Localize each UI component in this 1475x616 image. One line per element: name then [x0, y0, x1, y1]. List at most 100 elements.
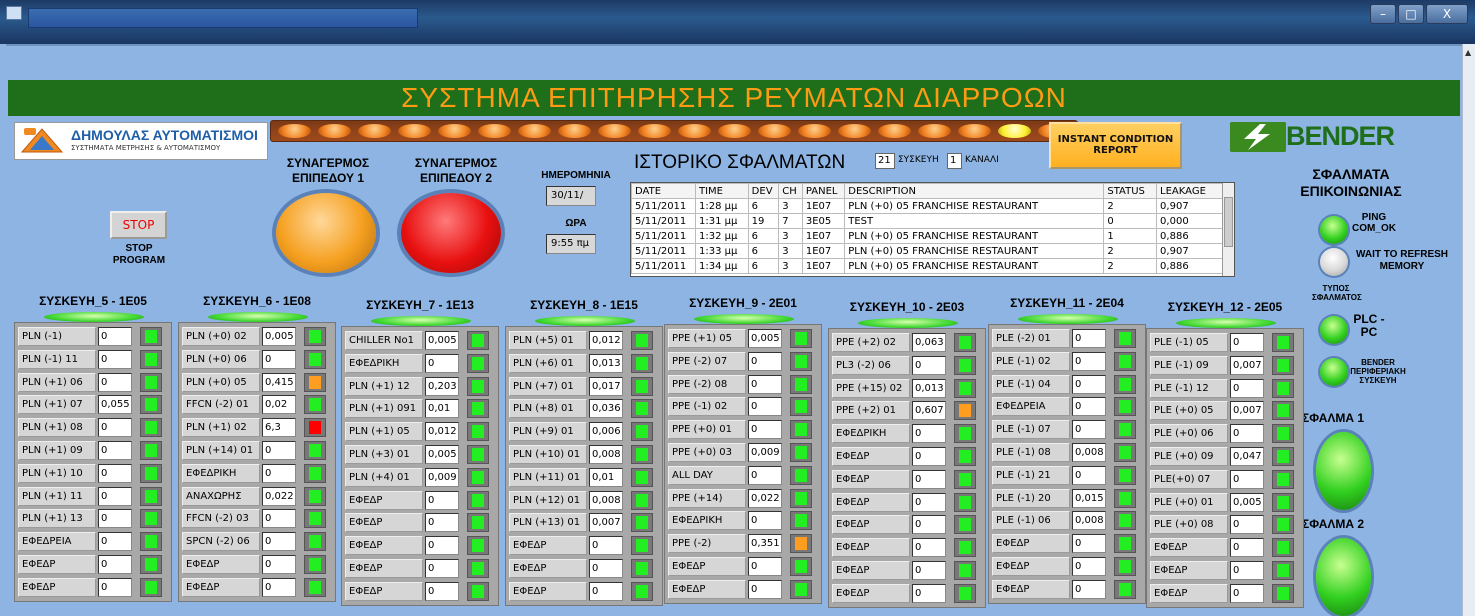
channel-name[interactable]: ΕΦΕΔΡΕΙΑ: [18, 532, 96, 552]
channel-name[interactable]: ALL DAY: [668, 465, 746, 485]
stop-button[interactable]: STOP: [110, 211, 167, 239]
channel-name[interactable]: PLN (+13) 01: [509, 513, 587, 533]
channel-name[interactable]: PLE (-1) 04: [992, 374, 1070, 394]
channel-name[interactable]: PLE (+0) 09: [1150, 446, 1228, 466]
channel-name[interactable]: PLE (-2) 01: [992, 329, 1070, 348]
channel-name[interactable]: ΕΦΕΔΡ: [345, 581, 423, 601]
channel-name[interactable]: PLN (+0) 05: [182, 372, 260, 392]
channel-name[interactable]: PLE (-1) 06: [992, 511, 1070, 531]
channel-name[interactable]: PLE(+0) 07: [1150, 469, 1228, 489]
channel-name[interactable]: PPE (+2) 01: [832, 401, 910, 421]
history-row[interactable]: 5/11/2011 1:32 μμ 6 3 1E07 PLN (+0) 05 FRANCH…: [631, 228, 1223, 244]
channel-name[interactable]: PLE (-1) 08: [992, 442, 1070, 462]
channel-name[interactable]: ΕΦΕΔΡΕΙΑ: [992, 397, 1070, 417]
channel-name[interactable]: PLN (-1) 11: [18, 349, 96, 369]
channel-name[interactable]: PLE (+0) 05: [1150, 401, 1228, 421]
channel-name[interactable]: SPCN (-2) 06: [182, 532, 260, 552]
channel-name[interactable]: PPE (+14): [668, 488, 746, 508]
scroll-up-arrow-icon[interactable]: ▲: [1465, 48, 1471, 57]
history-row[interactable]: 5/11/2011 1:34 μμ 6 3 1E07 PLN (+0) 05 FRANCH…: [631, 258, 1223, 274]
channel-name[interactable]: FFCN (-2) 03: [182, 509, 260, 529]
channel-name[interactable]: PLN (+1) 12: [345, 376, 423, 396]
minimize-button[interactable]: –: [1370, 4, 1396, 24]
channel-name[interactable]: ΕΦΕΔΡ: [1150, 538, 1228, 558]
channel-name[interactable]: PPE (+1) 05: [668, 329, 746, 348]
channel-name[interactable]: PLE (-1) 09: [1150, 355, 1228, 375]
channel-name[interactable]: PLN (+7) 01: [509, 376, 587, 396]
channel-name[interactable]: PPE (-2) 08: [668, 374, 746, 394]
history-row[interactable]: 5/11/2011 1:28 μμ 6 3 1E07 PLN (+0) 05 FRANCH…: [631, 198, 1223, 214]
channel-name[interactable]: ΕΦΕΔΡ: [18, 577, 96, 597]
channel-name[interactable]: PLN (+4) 01: [345, 467, 423, 487]
channel-name[interactable]: PLN (+5) 01: [509, 331, 587, 350]
maximize-button[interactable]: □: [1398, 4, 1424, 24]
channel-name[interactable]: ΕΦΕΔΡ: [992, 534, 1070, 554]
channel-name[interactable]: PLN (+1) 11: [18, 486, 96, 506]
channel-name[interactable]: ΕΦΕΔΡΙΚΗ: [345, 353, 423, 373]
channel-name[interactable]: ΕΦΕΔΡ: [509, 558, 587, 578]
channel-name[interactable]: PLN (+12) 01: [509, 490, 587, 510]
channel-name[interactable]: PLN (+1) 05: [345, 422, 423, 442]
channel-name[interactable]: ΕΦΕΔΡ: [832, 469, 910, 489]
channel-name[interactable]: PLN (-1): [18, 327, 96, 346]
channel-name[interactable]: PPE (-2) 07: [668, 351, 746, 371]
channel-name[interactable]: PLN (+1) 13: [18, 509, 96, 529]
channel-name[interactable]: PLN (+3) 01: [345, 444, 423, 464]
history-device-field[interactable]: 21: [875, 153, 895, 169]
channel-name[interactable]: ΕΦΕΔΡ: [992, 579, 1070, 599]
channel-name[interactable]: PPE (-1) 02: [668, 397, 746, 417]
channel-name[interactable]: ΕΦΕΔΡ: [668, 556, 746, 576]
channel-name[interactable]: PLN (+6) 01: [509, 353, 587, 373]
channel-name[interactable]: ΕΦΕΔΡ: [345, 513, 423, 533]
channel-name[interactable]: PLE (+0) 06: [1150, 424, 1228, 444]
channel-name[interactable]: PLN (+10) 01: [509, 444, 587, 464]
channel-name[interactable]: FFCN (-2) 01: [182, 395, 260, 415]
channel-name[interactable]: ΕΦΕΔΡ: [832, 446, 910, 466]
channel-name[interactable]: ΕΦΕΔΡ: [345, 536, 423, 556]
channel-name[interactable]: PPE (+0) 03: [668, 442, 746, 462]
channel-name[interactable]: ΕΦΕΔΡ: [182, 554, 260, 574]
channel-name[interactable]: PLN (+1) 02: [182, 418, 260, 438]
channel-name[interactable]: PLN (+11) 01: [509, 467, 587, 487]
channel-name[interactable]: PLN (+1) 06: [18, 372, 96, 392]
channel-name[interactable]: PLE (-1) 05: [1150, 333, 1228, 352]
channel-name[interactable]: PLN (+1) 091: [345, 399, 423, 419]
channel-name[interactable]: ΕΦΕΔΡ: [509, 536, 587, 556]
channel-name[interactable]: PLE (+0) 01: [1150, 492, 1228, 512]
history-row[interactable]: 5/11/2011 1:31 μμ 19 7 3E05 TEST 0 0,000: [631, 213, 1223, 229]
channel-name[interactable]: PLN (+1) 09: [18, 440, 96, 460]
channel-name[interactable]: ΕΦΕΔΡ: [832, 515, 910, 535]
history-channel-field[interactable]: 1: [947, 153, 962, 169]
channel-name[interactable]: PLN (+0) 06: [182, 349, 260, 369]
channel-name[interactable]: ΕΦΕΔΡ: [345, 490, 423, 510]
channel-name[interactable]: PLE (-1) 21: [992, 465, 1070, 485]
channel-name[interactable]: ΕΦΕΔΡ: [18, 554, 96, 574]
channel-name[interactable]: PLE (-1) 12: [1150, 378, 1228, 398]
channel-name[interactable]: ΕΦΕΔΡ: [832, 492, 910, 512]
channel-name[interactable]: ΕΦΕΔΡ: [832, 560, 910, 580]
channel-name[interactable]: ΑΝΑΧΩΡΗΣ: [182, 486, 260, 506]
channel-name[interactable]: PLN (+9) 01: [509, 422, 587, 442]
channel-name[interactable]: PLN (+8) 01: [509, 399, 587, 419]
channel-name[interactable]: PPE (+15) 02: [832, 378, 910, 398]
close-button[interactable]: X: [1426, 4, 1468, 24]
channel-name[interactable]: PPE (-2): [668, 534, 746, 554]
channel-name[interactable]: PPE (+0) 01: [668, 420, 746, 440]
channel-name[interactable]: PLE (+0) 08: [1150, 515, 1228, 535]
channel-name[interactable]: ΕΦΕΔΡ: [992, 556, 1070, 576]
history-scrollbar-thumb[interactable]: [1224, 197, 1233, 247]
channel-name[interactable]: PLE (-1) 20: [992, 488, 1070, 508]
channel-name[interactable]: ΕΦΕΔΡ: [1150, 583, 1228, 603]
channel-name[interactable]: ΕΦΕΔΡΙΚΗ: [182, 463, 260, 483]
page-scrollbar[interactable]: ▲: [1462, 44, 1475, 616]
channel-name[interactable]: ΕΦΕΔΡ: [832, 583, 910, 603]
channel-name[interactable]: ΕΦΕΔΡΙΚΗ: [668, 511, 746, 531]
channel-name[interactable]: PLN (+1) 07: [18, 395, 96, 415]
channel-name[interactable]: CHILLER No1: [345, 331, 423, 350]
channel-name[interactable]: ΕΦΕΔΡ: [509, 581, 587, 601]
channel-name[interactable]: PL3 (-2) 06: [832, 355, 910, 375]
channel-name[interactable]: PLN (+1) 10: [18, 463, 96, 483]
channel-name[interactable]: ΕΦΕΔΡ: [345, 558, 423, 578]
channel-name[interactable]: PLN (+1) 08: [18, 418, 96, 438]
history-row[interactable]: 5/11/2011 1:33 μμ 6 3 1E07 PLN (+0) 05 FRANCH…: [631, 243, 1223, 259]
